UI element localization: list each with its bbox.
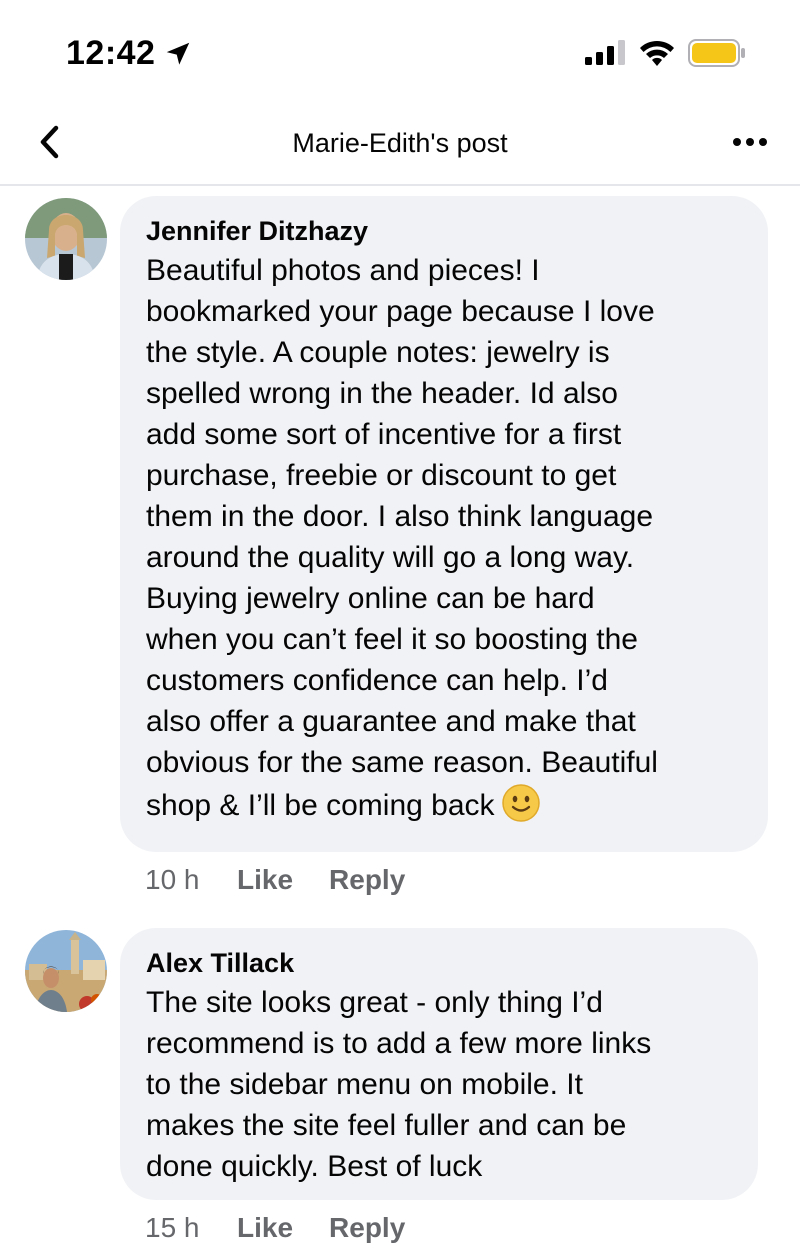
comment-body: Beautiful photos and pieces! I bookmarke… [146, 254, 658, 822]
comment-actions: 15 h Like Reply [145, 1212, 441, 1244]
comment-actions: 10 h Like Reply [145, 864, 441, 896]
slightly-smiling-face-icon [501, 784, 540, 822]
comment-timestamp[interactable]: 15 h [145, 1212, 237, 1244]
location-arrow-icon [166, 42, 190, 65]
page-title: Marie-Edith's post [292, 128, 508, 158]
comment-bubble: Jennifer Ditzhazy Beautiful photos and p… [120, 196, 768, 852]
comment-author[interactable]: Alex Tillack [146, 946, 732, 980]
like-button[interactable]: Like [237, 1212, 293, 1244]
more-horizontal-icon[interactable] [730, 130, 770, 154]
comment-timestamp[interactable]: 10 h [145, 864, 237, 896]
status-bar: 12:42 [0, 0, 800, 100]
avatar[interactable] [25, 930, 107, 1012]
reply-button[interactable]: Reply [329, 864, 405, 896]
avatar[interactable] [25, 198, 107, 280]
status-time: 12:42 [66, 34, 156, 72]
like-button[interactable]: Like [237, 864, 293, 896]
comment-bubble: Alex Tillack The site looks great - only… [120, 928, 758, 1200]
wifi-icon [640, 40, 674, 66]
comment-text: Beautiful photos and pieces! I bookmarke… [146, 250, 742, 826]
cellular-signal-icon [585, 40, 625, 65]
battery-icon [688, 39, 745, 67]
comment-author[interactable]: Jennifer Ditzhazy [146, 214, 742, 248]
reply-button[interactable]: Reply [329, 1212, 405, 1244]
comment-text: The site looks great - only thing I’d re… [146, 986, 652, 1183]
nav-bar: Marie-Edith's post [0, 100, 800, 186]
